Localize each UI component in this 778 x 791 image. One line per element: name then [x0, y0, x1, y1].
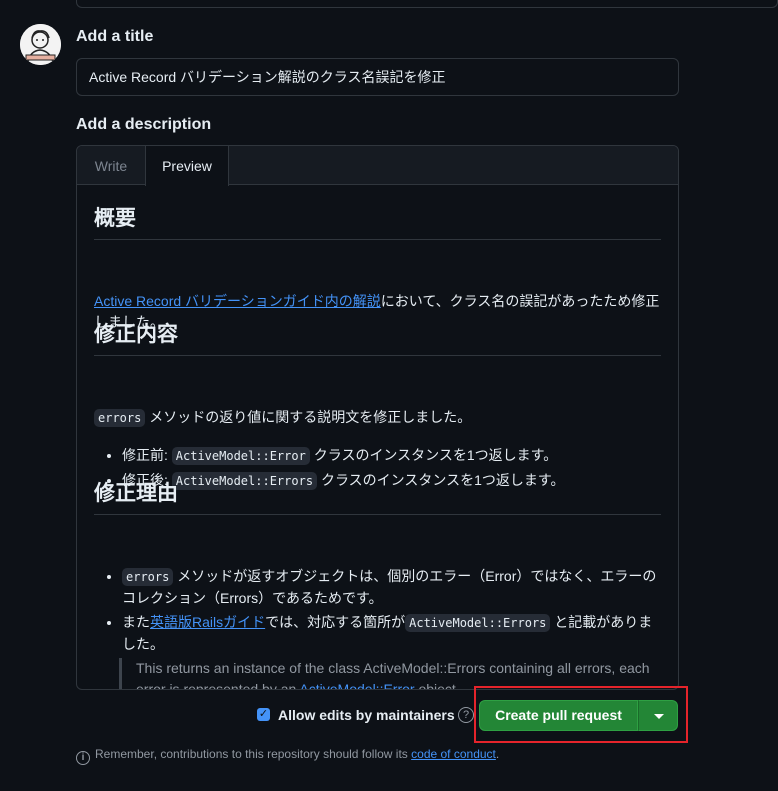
contribution-note: i Remember, contributions to this reposit… [76, 747, 499, 765]
errors-code: errors [94, 409, 146, 427]
validation-guide-link[interactable]: Active Record バリデーションガイド内の解説 [94, 293, 381, 309]
list-item: また英語版Railsガイドでは、対応する箇所がActiveModel::Erro… [119, 612, 661, 690]
create-pull-request-button[interactable]: Create pull request [479, 700, 638, 731]
allow-edits-checkbox[interactable]: ✓ [257, 708, 270, 721]
create-options-dropdown[interactable] [638, 700, 678, 731]
note-suffix: . [495, 747, 500, 761]
reason-errors-code: errors [122, 568, 174, 586]
title-input[interactable] [76, 58, 679, 96]
tab-preview[interactable]: Preview [145, 146, 229, 186]
check-icon: ✓ [258, 708, 269, 720]
heading-reason: 修正理由 [94, 477, 661, 515]
reason-list: errors メソッドが返すオブジェクトは、個別のエラー（Error）ではなく、… [94, 566, 661, 690]
avatar-illustration-icon [20, 24, 61, 65]
changes-text: メソッドの返り値に関する説明文を修正しました。 [145, 409, 472, 425]
english-rails-guide-link[interactable]: 英語版Railsガイド [150, 614, 265, 630]
heading-changes: 修正内容 [94, 318, 661, 356]
tab-write[interactable]: Write [77, 146, 145, 186]
avatar[interactable] [20, 24, 61, 65]
note-text: Remember, contributions to this reposito… [95, 747, 412, 761]
previous-box-edge [76, 0, 778, 8]
list-item: errors メソッドが返すオブジェクトは、個別のエラー（Error）ではなく、… [122, 566, 661, 609]
description-label: Add a description [76, 116, 212, 133]
info-icon: i [76, 751, 90, 765]
code-of-conduct-link[interactable]: code of conduct [411, 747, 496, 761]
description-editor: Write Preview 概要 Active Record バリデーションガイ… [76, 145, 679, 690]
help-icon[interactable]: ? [458, 707, 474, 723]
title-label: Add a title [76, 28, 154, 45]
activemodel-error-link[interactable]: ActiveModel::Error [299, 681, 414, 689]
reason1-text: メソッドが返すオブジェクトは、個別のエラー（Error）ではなく、エラーのコレク… [122, 568, 657, 606]
reason2-mid: では、対応する箇所が [265, 614, 406, 630]
changes-paragraph: errors メソッドの返り値に関する説明文を修正しました。 [94, 407, 661, 429]
before-code: ActiveModel::Error [171, 447, 310, 465]
reason2-code: ActiveModel::Errors [405, 614, 551, 632]
before-label: 修正前: [122, 447, 172, 463]
editor-tabbar: Write Preview [77, 146, 678, 186]
list-item: 修正前: ActiveModel::Error クラスのインスタンスを1つ返しま… [122, 445, 661, 467]
reason2-prefix: また [122, 614, 150, 630]
before-text: クラスのインスタンスを1つ返します。 [309, 447, 558, 463]
quote-suffix: object. [414, 681, 460, 690]
heading-overview: 概要 [94, 202, 661, 240]
allow-edits-label[interactable]: Allow edits by maintainers [278, 707, 455, 723]
